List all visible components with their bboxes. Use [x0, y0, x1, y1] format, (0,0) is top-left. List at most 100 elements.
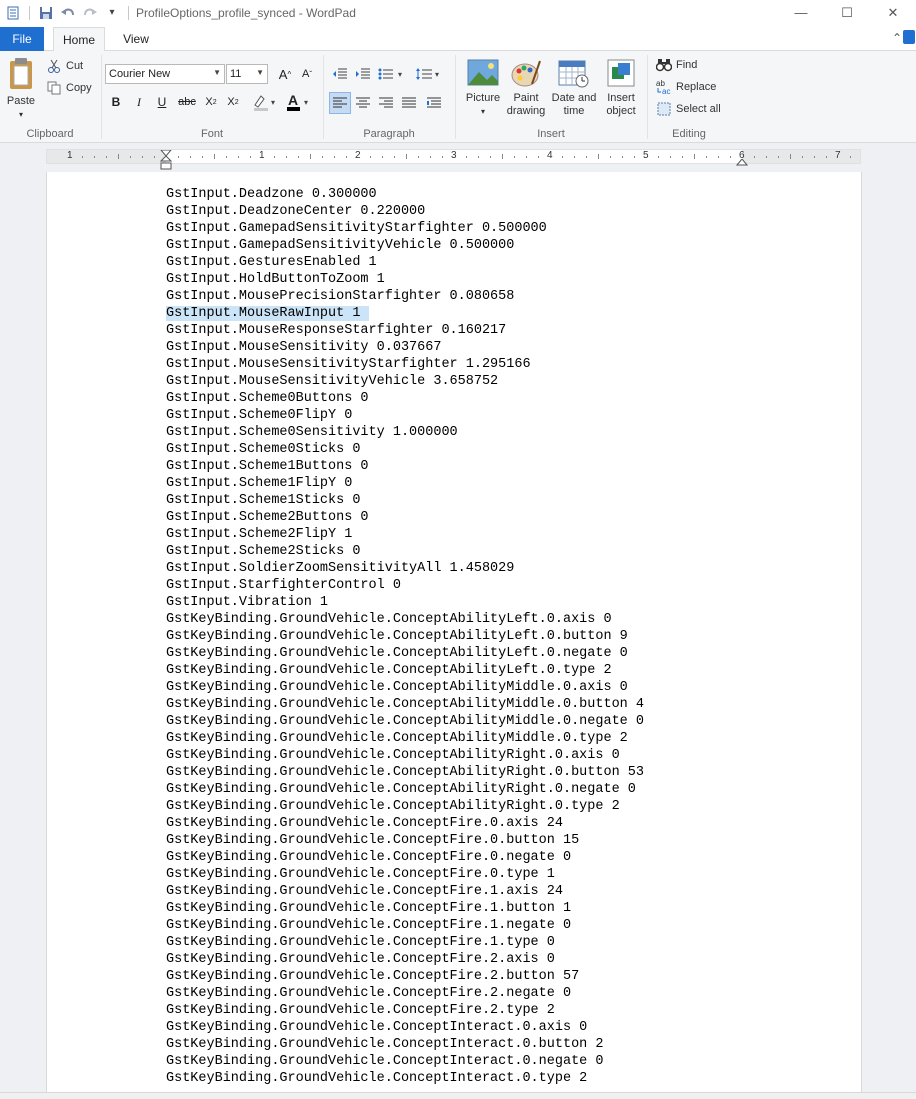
- replace-button[interactable]: ab ac Replace: [656, 77, 716, 97]
- picture-button[interactable]: Picture ▾: [460, 58, 506, 118]
- paragraph-settings-icon[interactable]: [423, 92, 445, 114]
- text-line[interactable]: GstKeyBinding.GroundVehicle.ConceptFire.…: [166, 815, 644, 832]
- text-line[interactable]: GstInput.DeadzoneCenter 0.220000: [166, 203, 644, 220]
- text-line[interactable]: GstKeyBinding.GroundVehicle.ConceptInter…: [166, 1036, 644, 1053]
- text-line[interactable]: GstKeyBinding.GroundVehicle.ConceptFire.…: [166, 832, 644, 849]
- tab-file[interactable]: File: [0, 27, 44, 51]
- find-button[interactable]: Find: [656, 55, 697, 75]
- select-all-button[interactable]: Select all: [656, 99, 721, 119]
- text-line[interactable]: GstInput.Scheme1Sticks 0: [166, 492, 644, 509]
- font-color-icon[interactable]: A ▾: [283, 91, 313, 113]
- line-spacing-icon[interactable]: ▾: [414, 63, 444, 85]
- picture-dropdown-icon[interactable]: ▾: [481, 105, 485, 118]
- maximize-icon[interactable]: ☐: [824, 0, 870, 25]
- document-text[interactable]: GstInput.Deadzone 0.300000 GstInput.Deadz…: [166, 186, 644, 1087]
- text-line[interactable]: GstInput.MouseSensitivity 0.037667: [166, 339, 644, 356]
- align-right-icon[interactable]: [375, 92, 397, 114]
- align-center-icon[interactable]: [352, 92, 374, 114]
- justify-icon[interactable]: [398, 92, 420, 114]
- text-line[interactable]: GstInput.MousePrecisionStarfighter 0.080…: [166, 288, 644, 305]
- text-line[interactable]: GstKeyBinding.GroundVehicle.ConceptAbili…: [166, 696, 644, 713]
- font-size-select[interactable]: 11 ▼: [226, 64, 268, 84]
- superscript-icon[interactable]: X2: [222, 91, 244, 113]
- right-indent-marker[interactable]: [735, 156, 749, 170]
- text-line[interactable]: GstKeyBinding.GroundVehicle.ConceptFire.…: [166, 883, 644, 900]
- text-line[interactable]: GstKeyBinding.GroundVehicle.ConceptAbili…: [166, 798, 644, 815]
- minimize-icon[interactable]: —: [778, 0, 824, 25]
- collapse-ribbon-icon[interactable]: ⌃: [892, 31, 902, 45]
- text-line[interactable]: GstKeyBinding.GroundVehicle.ConceptFire.…: [166, 900, 644, 917]
- text-line[interactable]: GstKeyBinding.GroundVehicle.ConceptAbili…: [166, 611, 644, 628]
- date-time-button[interactable]: Date and time: [550, 58, 598, 118]
- text-line[interactable]: GstKeyBinding.GroundVehicle.ConceptAbili…: [166, 730, 644, 747]
- text-line[interactable]: GstKeyBinding.GroundVehicle.ConceptFire.…: [166, 917, 644, 934]
- undo-icon[interactable]: [60, 5, 76, 21]
- text-line[interactable]: GstKeyBinding.GroundVehicle.ConceptFire.…: [166, 866, 644, 883]
- customize-qat-icon[interactable]: ▾: [104, 5, 120, 21]
- text-line[interactable]: GstKeyBinding.GroundVehicle.ConceptFire.…: [166, 951, 644, 968]
- text-line[interactable]: GstInput.Scheme0Sensitivity 1.000000: [166, 424, 644, 441]
- text-line[interactable]: GstInput.MouseSensitivityVehicle 3.65875…: [166, 373, 644, 390]
- text-line[interactable]: GstKeyBinding.GroundVehicle.ConceptFire.…: [166, 985, 644, 1002]
- selected-text-line[interactable]: GstInput.MouseRawInput 1: [166, 305, 644, 322]
- bullet-list-icon[interactable]: ▾: [376, 63, 408, 85]
- text-line[interactable]: GstInput.GesturesEnabled 1: [166, 254, 644, 271]
- text-line[interactable]: GstKeyBinding.GroundVehicle.ConceptAbili…: [166, 713, 644, 730]
- text-line[interactable]: GstInput.HoldButtonToZoom 1: [166, 271, 644, 288]
- text-line[interactable]: GstKeyBinding.GroundVehicle.ConceptAbili…: [166, 662, 644, 679]
- text-line[interactable]: GstInput.GamepadSensitivityStarfighter 0…: [166, 220, 644, 237]
- decrease-indent-icon[interactable]: [329, 63, 351, 85]
- text-line[interactable]: GstKeyBinding.GroundVehicle.ConceptAbili…: [166, 764, 644, 781]
- grow-font-icon[interactable]: A ^: [274, 63, 296, 85]
- text-line[interactable]: GstKeyBinding.GroundVehicle.ConceptInter…: [166, 1053, 644, 1070]
- paint-drawing-button[interactable]: Paint drawing: [505, 58, 547, 118]
- text-line[interactable]: GstInput.StarfighterControl 0: [166, 577, 644, 594]
- align-left-icon[interactable]: [329, 92, 351, 114]
- text-line[interactable]: GstKeyBinding.GroundVehicle.ConceptInter…: [166, 1070, 644, 1087]
- paste-button[interactable]: Paste ▾: [4, 57, 38, 121]
- text-line[interactable]: GstInput.Scheme1FlipY 0: [166, 475, 644, 492]
- save-icon[interactable]: [38, 5, 54, 21]
- text-line[interactable]: GstInput.Scheme2Sticks 0: [166, 543, 644, 560]
- close-icon[interactable]: ✕: [870, 0, 916, 25]
- text-line[interactable]: GstKeyBinding.GroundVehicle.ConceptAbili…: [166, 747, 644, 764]
- bold-icon[interactable]: B: [105, 91, 127, 113]
- text-line[interactable]: GstInput.Scheme0FlipY 0: [166, 407, 644, 424]
- text-line[interactable]: GstInput.MouseSensitivityStarfighter 1.2…: [166, 356, 644, 373]
- shrink-font-icon[interactable]: Aˇ: [296, 63, 318, 85]
- text-line[interactable]: GstKeyBinding.GroundVehicle.ConceptFire.…: [166, 934, 644, 951]
- text-line[interactable]: GstKeyBinding.GroundVehicle.ConceptAbili…: [166, 628, 644, 645]
- cut-button[interactable]: Cut: [46, 56, 83, 76]
- strikethrough-icon[interactable]: abc: [176, 91, 198, 113]
- increase-indent-icon[interactable]: [352, 63, 374, 85]
- subscript-icon[interactable]: X2: [200, 91, 222, 113]
- text-line[interactable]: GstInput.GamepadSensitivityVehicle 0.500…: [166, 237, 644, 254]
- text-line[interactable]: GstInput.Scheme0Buttons 0: [166, 390, 644, 407]
- text-line[interactable]: GstKeyBinding.GroundVehicle.ConceptAbili…: [166, 781, 644, 798]
- font-family-select[interactable]: Courier New ▼: [105, 64, 225, 84]
- text-line[interactable]: GstInput.SoldierZoomSensitivityAll 1.458…: [166, 560, 644, 577]
- tab-view[interactable]: View: [112, 27, 160, 51]
- help-icon[interactable]: [903, 30, 915, 44]
- text-line[interactable]: GstKeyBinding.GroundVehicle.ConceptAbili…: [166, 679, 644, 696]
- text-line[interactable]: GstInput.MouseResponseStarfighter 0.1602…: [166, 322, 644, 339]
- text-line[interactable]: GstKeyBinding.GroundVehicle.ConceptAbili…: [166, 645, 644, 662]
- document-page[interactable]: GstInput.Deadzone 0.300000 GstInput.Deadz…: [46, 172, 862, 1092]
- text-line[interactable]: GstInput.Deadzone 0.300000: [166, 186, 644, 203]
- text-line[interactable]: GstInput.Scheme2Buttons 0: [166, 509, 644, 526]
- text-line[interactable]: GstKeyBinding.GroundVehicle.ConceptFire.…: [166, 849, 644, 866]
- underline-icon[interactable]: U: [151, 91, 173, 113]
- text-line[interactable]: GstInput.Scheme2FlipY 1: [166, 526, 644, 543]
- text-line[interactable]: GstKeyBinding.GroundVehicle.ConceptFire.…: [166, 968, 644, 985]
- tab-home[interactable]: Home: [53, 27, 105, 52]
- text-line[interactable]: GstKeyBinding.GroundVehicle.ConceptFire.…: [166, 1002, 644, 1019]
- text-line[interactable]: GstKeyBinding.GroundVehicle.ConceptInter…: [166, 1019, 644, 1036]
- text-line[interactable]: GstInput.Vibration 1: [166, 594, 644, 611]
- redo-icon[interactable]: [82, 5, 98, 21]
- highlight-color-icon[interactable]: ▾: [250, 91, 280, 113]
- paste-dropdown-icon[interactable]: ▾: [19, 108, 23, 121]
- text-line[interactable]: GstInput.Scheme1Buttons 0: [166, 458, 644, 475]
- text-line[interactable]: GstInput.Scheme0Sticks 0: [166, 441, 644, 458]
- copy-button[interactable]: Copy: [46, 78, 92, 98]
- insert-object-button[interactable]: Insert object: [600, 58, 642, 118]
